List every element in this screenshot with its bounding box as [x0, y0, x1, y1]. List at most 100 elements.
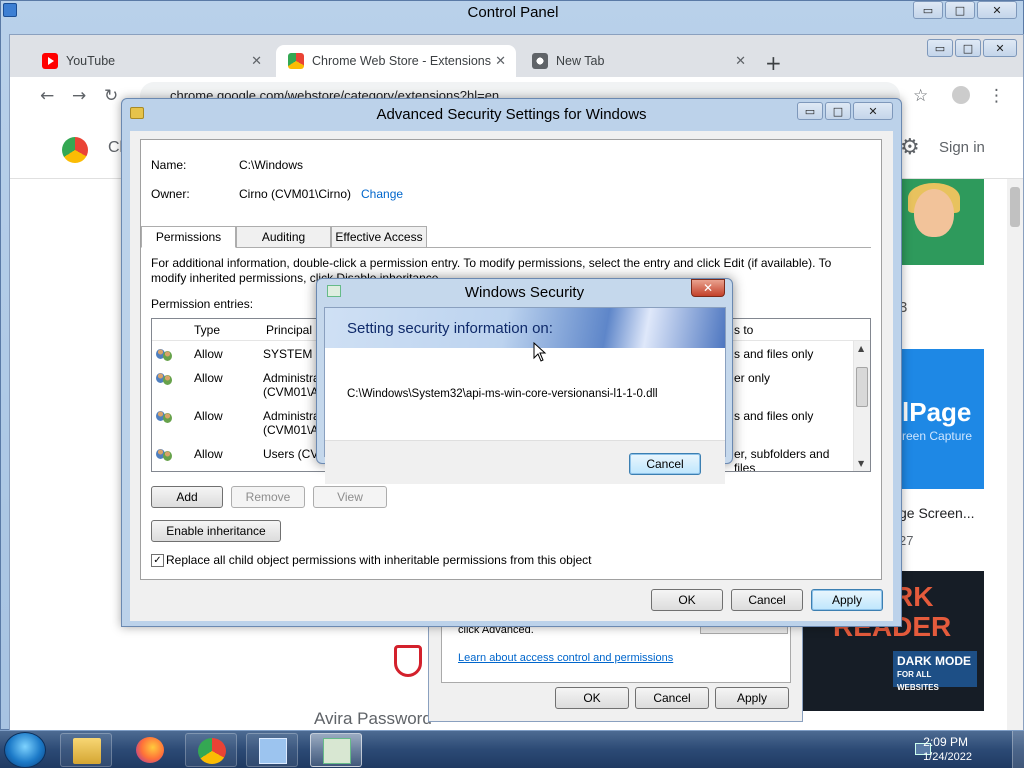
table-scrollbar[interactable]: ▲ ▼: [853, 341, 870, 471]
adv-close-button[interactable]: ✕: [853, 102, 893, 120]
new-tab-button[interactable]: +: [765, 51, 782, 75]
owner-label: Owner:: [151, 187, 190, 201]
close-button[interactable]: ✕: [977, 1, 1017, 19]
adv-apply-button[interactable]: Apply: [811, 589, 883, 611]
column-principal[interactable]: Principal: [266, 323, 312, 337]
name-value: C:\Windows: [239, 158, 304, 172]
dark-mode-label: DARK MODE: [897, 654, 971, 668]
adv-minimize-button[interactable]: ▭: [797, 102, 823, 120]
table-scrollbar-thumb[interactable]: [856, 367, 868, 407]
taskbar-chrome[interactable]: [185, 733, 237, 767]
row-type: Allow: [194, 447, 223, 461]
chrome-web-store-icon: [288, 53, 304, 69]
star-icon[interactable]: ☆: [913, 86, 928, 106]
tab-new-tab[interactable]: New Tab ✕: [520, 45, 756, 77]
ws-close-button[interactable]: ✕: [691, 279, 725, 297]
tab-label: YouTube: [66, 54, 116, 68]
minimize-button[interactable]: ▭: [913, 1, 943, 19]
row-principal: Administra: [263, 371, 320, 385]
windows-security-dialog: Windows Security ✕ Setting security info…: [316, 278, 733, 484]
info-text-line1: For additional information, double-click…: [151, 256, 832, 270]
replace-child-permissions-checkbox[interactable]: ✓: [151, 554, 164, 567]
replace-child-permissions-label[interactable]: Replace all child object permissions wit…: [166, 553, 592, 567]
clock-date[interactable]: 1/24/2022: [923, 751, 972, 763]
chrome-close-button[interactable]: ✕: [983, 39, 1017, 57]
view-button[interactable]: View: [313, 486, 387, 508]
row-type: Allow: [194, 347, 223, 361]
chrome-icon: [198, 738, 226, 764]
learn-access-control-link[interactable]: Learn about access control and permissio…: [458, 652, 673, 664]
row-principal: SYSTEM: [263, 347, 313, 361]
chrome-menu-icon[interactable]: ⋮: [988, 86, 1005, 106]
chrome-minimize-button[interactable]: ▭: [927, 39, 953, 57]
row-applies: s and files only: [734, 347, 814, 361]
fullpage-title: lPage: [902, 397, 972, 427]
tab-auditing[interactable]: Auditing: [236, 226, 331, 248]
back-icon[interactable]: ←: [40, 86, 54, 106]
adv-maximize-button[interactable]: □: [825, 102, 851, 120]
ws-banner: Setting security information on:: [325, 308, 725, 348]
tab-permissions[interactable]: Permissions: [141, 226, 236, 248]
tab-label: New Tab: [556, 54, 605, 68]
taskbar-explorer[interactable]: [60, 733, 112, 767]
scrollbar-thumb[interactable]: [1010, 187, 1020, 227]
taskbar-firefox[interactable]: [124, 733, 176, 767]
clock-time[interactable]: 2:09 PM: [923, 735, 968, 749]
ws-cancel-button[interactable]: Cancel: [629, 453, 701, 475]
folder-icon: [73, 738, 101, 764]
system-tray: 2:09 PM 1/24/2022: [914, 731, 1024, 768]
tab-strip: YouTube ✕ Chrome Web Store - Extensions …: [10, 35, 1023, 77]
fullpage-extension-card[interactable]: lPage reen Capture: [894, 349, 984, 489]
maximize-button[interactable]: □: [945, 1, 975, 19]
row-applies: er only: [734, 371, 771, 385]
remove-button[interactable]: Remove: [231, 486, 305, 508]
add-button[interactable]: Add: [151, 486, 223, 508]
control-panel-icon: [259, 738, 287, 764]
change-owner-link[interactable]: Change: [361, 187, 403, 201]
security-dialog-icon: [323, 738, 351, 764]
taskbar-control-panel[interactable]: [246, 733, 298, 767]
start-button[interactable]: [4, 732, 46, 768]
dark-mode-badge: DARK MODE FOR ALL WEBSITES: [893, 651, 977, 692]
taskbar-security-dialog[interactable]: [310, 733, 362, 767]
enable-inheritance-button[interactable]: Enable inheritance: [151, 520, 281, 542]
forward-icon[interactable]: →: [72, 86, 86, 106]
chrome-web-store-logo-icon[interactable]: [62, 137, 88, 163]
tab-chrome-web-store[interactable]: Chrome Web Store - Extensions ✕: [276, 45, 516, 77]
ws-heading: Setting security information on:: [347, 320, 553, 337]
properties-ok-button[interactable]: OK: [555, 687, 629, 709]
tab-youtube[interactable]: YouTube ✕: [30, 45, 272, 77]
tab-close-icon[interactable]: ✕: [251, 54, 262, 69]
adv-ok-button[interactable]: OK: [651, 589, 723, 611]
tab-close-icon[interactable]: ✕: [495, 54, 506, 69]
row-principal-line2: (CVM01\A: [263, 385, 319, 399]
properties-cancel-button[interactable]: Cancel: [635, 687, 709, 709]
youtube-icon: [42, 53, 58, 69]
permission-entries-label: Permission entries:: [151, 297, 254, 311]
show-desktop-button[interactable]: [1012, 731, 1024, 768]
column-applies-to[interactable]: s to: [734, 323, 753, 337]
reload-icon[interactable]: ↻: [104, 86, 118, 106]
firefox-icon: [136, 737, 164, 763]
card-caption[interactable]: ge Screen...: [899, 505, 975, 521]
row-principal-line2: (CVM01\A: [263, 423, 319, 437]
tab-effective-access[interactable]: Effective Access: [331, 226, 427, 248]
chrome-maximize-button[interactable]: □: [955, 39, 981, 57]
scroll-down-icon[interactable]: ▼: [858, 459, 864, 468]
settings-gear-icon[interactable]: ⚙: [900, 135, 920, 160]
tab-label: Chrome Web Store - Extensions: [312, 54, 492, 68]
bitmoji-extension-card[interactable]: [894, 179, 984, 265]
avira-card-title[interactable]: Avira Password: [314, 709, 432, 729]
properties-apply-button[interactable]: Apply: [715, 687, 789, 709]
profile-avatar-icon[interactable]: [952, 86, 970, 104]
windows-security-body: Setting security information on: C:\Wind…: [324, 307, 726, 484]
sign-in-link[interactable]: Sign in: [939, 139, 985, 156]
scroll-up-icon[interactable]: ▲: [858, 344, 864, 353]
adv-cancel-button[interactable]: Cancel: [731, 589, 803, 611]
column-type[interactable]: Type: [194, 323, 220, 337]
tab-close-icon[interactable]: ✕: [735, 54, 746, 69]
control-panel-titlebar[interactable]: Control Panel ▭ □ ✕: [1, 1, 1024, 25]
ws-file-path: C:\Windows\System32\api-ms-win-core-vers…: [347, 388, 658, 400]
page-scrollbar[interactable]: [1007, 179, 1023, 731]
avira-shield-icon: [394, 645, 422, 677]
